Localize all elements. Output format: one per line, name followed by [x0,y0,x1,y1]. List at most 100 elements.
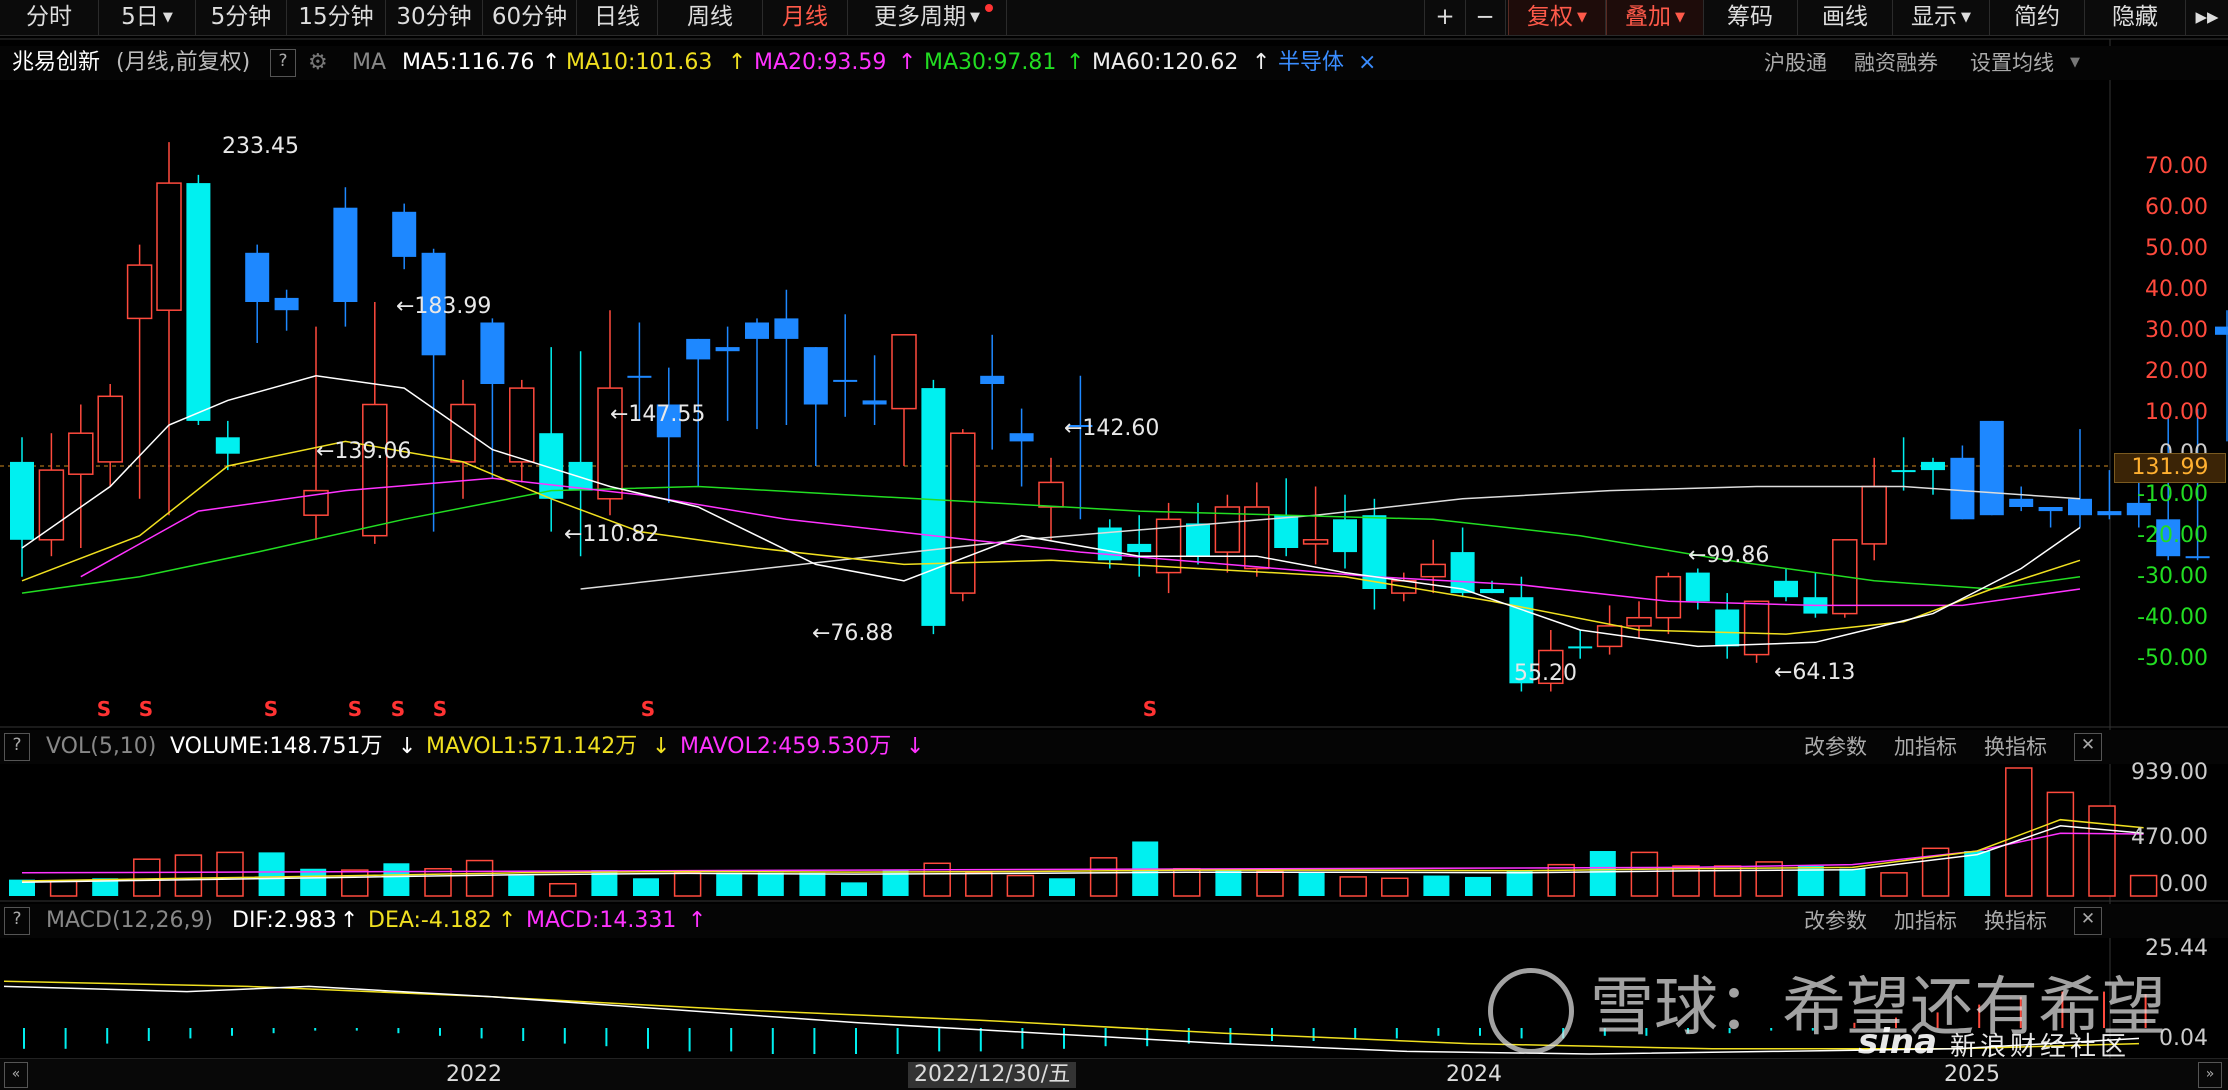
vol-add-indicator-button[interactable]: 加指标 [1894,734,1957,760]
help-icon[interactable]: ? [270,49,296,77]
period-tab-5min[interactable]: 5分钟 [196,0,287,35]
ma5-arrow-icon: ↑ [542,50,561,75]
close-sector-icon[interactable]: × [1358,50,1376,76]
dif-arrow-icon: ↑ [340,908,359,933]
price-tick: -50.00 [2137,646,2208,671]
price-tick: -10.00 [2137,482,2208,507]
simple-mode-button[interactable]: 简约 [1990,0,2085,35]
price-tick: 50.00 [2145,236,2208,261]
candle-body [1626,616,1652,627]
ma10-value: MA10:101.63 [566,50,713,75]
dividend-marker-icon: S [641,697,655,721]
vol-edit-params-button[interactable]: 改参数 [1804,734,1867,760]
candle-body [745,322,769,339]
candle-body [68,432,94,475]
candle-body [1921,461,1945,471]
adjust-price-dropdown[interactable]: 复权 ▼ [1508,0,1606,35]
period-tab-60min[interactable]: 60分钟 [483,0,577,35]
volume-tick: 939.00 [2131,760,2208,785]
period-tab-5day[interactable]: 5日 ▼ [99,0,196,35]
macd-add-indicator-button[interactable]: 加指标 [1894,908,1957,934]
annotation-label: ←139.06 [316,439,412,464]
period-tab-30min[interactable]: 30分钟 [386,0,483,35]
candle-body [509,387,535,463]
candle-body [950,432,976,594]
price-tick: 40.00 [2145,277,2208,302]
chevron-down-icon: ▼ [162,10,173,25]
volume-arrow-icon: ↓ [398,734,417,759]
candle-body [1420,563,1446,578]
stock-chart-app: S S S S S S S S 分时 5日 ▼ 5分钟 15分钟 30分钟 60分钟 日线 周线… [0,0,2228,1090]
candle-body [686,338,711,360]
candle-body [1861,485,1887,545]
candle-body [1274,515,1299,548]
candle-body [1302,539,1329,545]
collapse-right-icon[interactable]: ▸▸ [2186,0,2228,35]
zoom-in-button[interactable]: + [1424,0,1466,35]
period-tab-daily[interactable]: 日线 [577,0,658,35]
volume-bar [465,859,494,897]
sector-tag[interactable]: 半导体 [1278,50,1344,76]
hide-button[interactable]: 隐藏 [2085,0,2186,35]
volume-bar [633,878,659,896]
candle-body [392,211,417,257]
candle-body [362,403,388,537]
dividend-marker-icon: S [348,697,362,721]
volume-bar [1547,863,1575,897]
link-set-ma[interactable]: 设置均线 [1970,50,2054,76]
settings-gear-icon[interactable]: ⚙ [308,50,328,76]
period-tab-weekly[interactable]: 周线 [658,0,763,35]
zoom-out-button[interactable]: − [1465,0,1506,35]
candle-body [1891,470,1916,473]
close-icon[interactable]: ✕ [2074,733,2102,761]
dividend-marker-icon: S [264,697,278,721]
volume-bar [2088,805,2116,897]
overlay-dropdown[interactable]: 叠加 ▼ [1606,0,1704,35]
more-periods-dropdown[interactable]: 更多周期 ▼ [848,0,1007,35]
link-margin-trading[interactable]: 融资融券 [1854,50,1938,76]
macd-title: MACD(12,26,9) [46,908,214,933]
period-tab-monthly[interactable]: 月线 [763,0,848,35]
candle-body [1979,420,2004,516]
period-tab-15min[interactable]: 15分钟 [287,0,386,35]
dif-value: DIF:2.983 [232,908,337,933]
macd-edit-params-button[interactable]: 改参数 [1804,908,1867,934]
close-icon[interactable]: ✕ [2074,907,2102,935]
volume-bar [133,858,161,897]
help-icon[interactable]: ? [4,733,30,761]
volume-bar [1423,875,1450,896]
candle-body [1244,506,1270,570]
volume-bar [799,872,826,896]
chip-distribution-button[interactable]: 筹码 [1703,0,1798,35]
vol-switch-indicator-button[interactable]: 换指标 [1984,734,2047,760]
volume-bar [1589,851,1616,896]
period-toolbar: 分时 5日 ▼ 5分钟 15分钟 30分钟 60分钟 日线 周线 月线 更多周期 ▼… [0,0,2228,36]
macd-value: MACD:14.331 [526,908,677,933]
scroll-left-icon[interactable]: « [4,1062,28,1088]
dividend-marker-icon: S [391,697,405,721]
volume-bar [2046,791,2075,897]
macd-switch-indicator-button[interactable]: 换指标 [1984,908,2047,934]
mavol1-arrow-icon: ↓ [652,734,671,759]
link-hk-connect[interactable]: 沪股通 [1764,50,1827,76]
time-label: 2024 [1446,1062,1502,1087]
dividend-marker-icon: S [433,697,447,721]
chevron-down-icon: ▼ [1961,10,1971,25]
annotation-label: ←142.60 [1064,416,1160,441]
display-dropdown[interactable]: 显示 ▼ [1893,0,1990,35]
volume-bar [174,854,203,897]
time-label: 2025 [1944,1062,2000,1087]
help-icon[interactable]: ? [4,907,30,935]
scroll-right-icon[interactable]: » [2198,1062,2222,1088]
volume-tick: 470.00 [2131,825,2208,850]
volume-bar [258,852,285,896]
drawing-button[interactable]: 画线 [1798,0,1893,35]
annotation-label: ←76.88 [812,621,894,646]
ma30-value: MA30:97.81 [924,50,1057,75]
dea-value: DEA:-4.182 [368,908,492,933]
annotation-high: 233.45 [222,134,299,159]
period-tab-intraday[interactable]: 分时 [0,0,99,35]
sina-logo: sina [1858,1022,1938,1062]
candle-body [126,264,153,320]
candle-body [2038,507,2063,512]
